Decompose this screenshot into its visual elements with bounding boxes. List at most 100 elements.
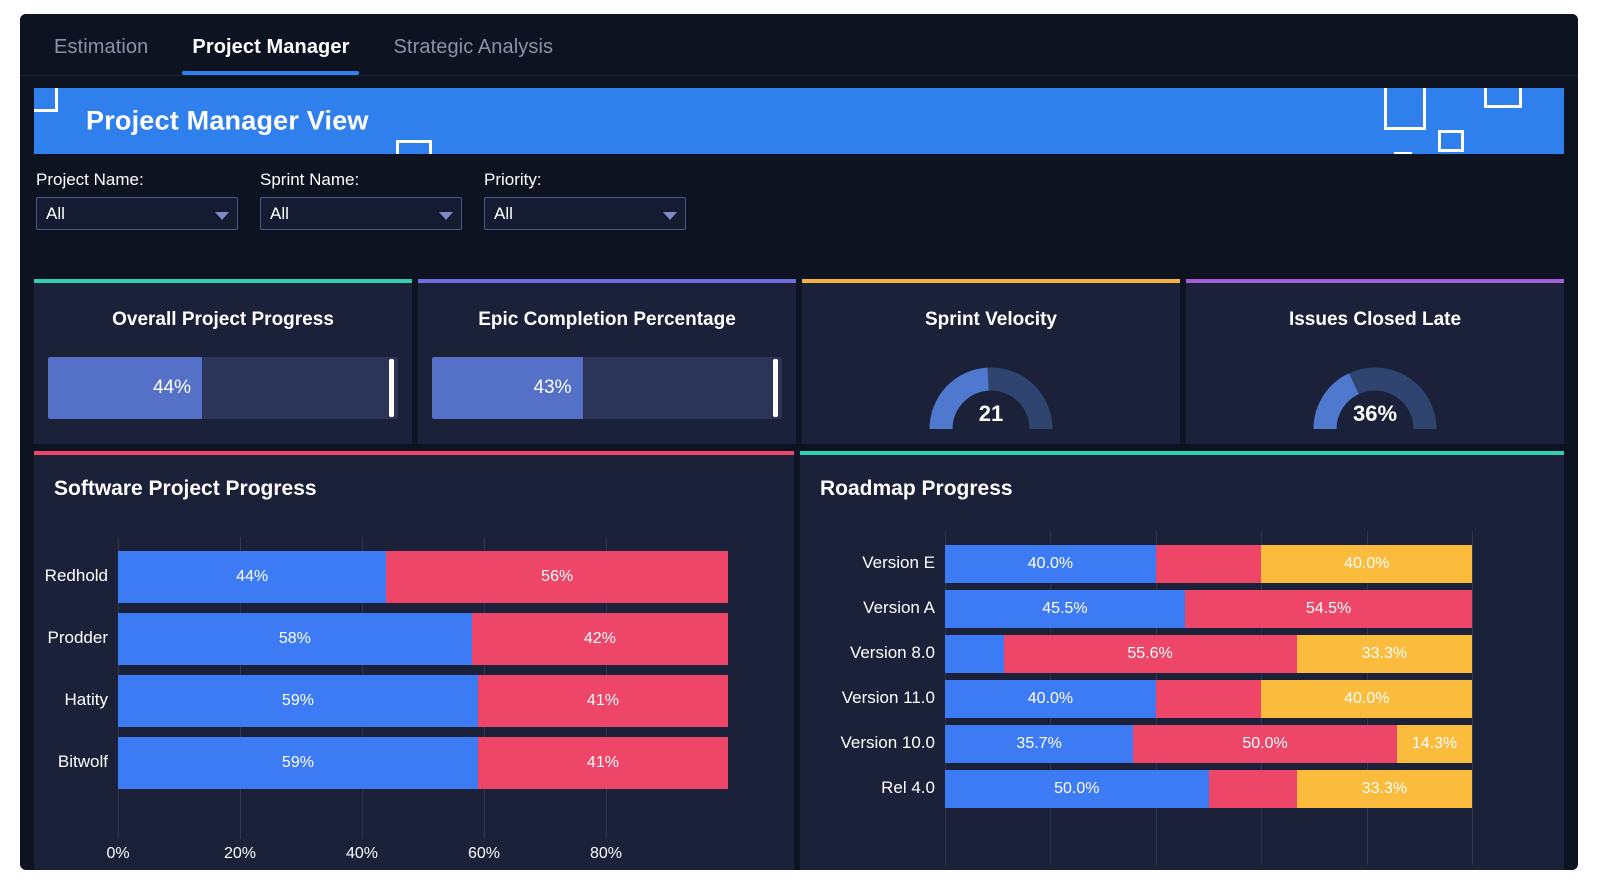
filter-project-name: Project Name: All <box>36 170 238 230</box>
banner-square-icon <box>1394 152 1412 154</box>
gauge-issues-closed-late: 36% <box>1313 367 1437 429</box>
select-value: All <box>270 203 289 223</box>
sprint-name-select[interactable]: All <box>260 197 462 230</box>
tab-list: Estimation Project Manager Strategic Ana… <box>36 30 571 75</box>
bar-segment[interactable]: 40.0% <box>1261 545 1473 583</box>
bar-segment[interactable]: 40.0% <box>945 545 1156 583</box>
bar-segment[interactable] <box>945 635 1004 673</box>
filter-priority: Priority: All <box>484 170 686 230</box>
progress-value: 44% <box>152 377 191 398</box>
bar-segment[interactable]: 55.6% <box>1003 635 1297 673</box>
table-row[interactable]: 35.7% 50.0% 14.3% <box>800 725 1564 763</box>
progress-track: 44% <box>48 357 398 419</box>
bar-segment[interactable]: 58% <box>118 613 472 665</box>
table-row[interactable]: 50.0% 33.3% <box>800 770 1564 808</box>
bar-segment[interactable]: 50.0% <box>1133 725 1397 763</box>
progress-target-marker <box>389 359 394 417</box>
x-axis-tick-label: 0% <box>106 845 130 862</box>
bar-segment[interactable]: 45.5% <box>945 590 1185 628</box>
bar-segment[interactable] <box>1155 545 1262 583</box>
kpi-title: Sprint Velocity <box>925 309 1057 330</box>
bar-value-label: 33.3% <box>1361 780 1408 797</box>
table-row[interactable]: 59% 41% <box>34 675 794 727</box>
kpi-title: Overall Project Progress <box>112 309 334 330</box>
bar-value-label: 54.5% <box>1305 600 1352 617</box>
bar-value-label: 55.6% <box>1127 645 1173 662</box>
bar-segment[interactable]: 40.0% <box>1261 680 1473 718</box>
panel-software-project-progress: Software Project Progress 0% 20% 40% 60% 80%… <box>34 451 794 870</box>
table-row[interactable]: 55.6% 33.3% <box>800 635 1564 673</box>
tab-project-manager[interactable]: Project Manager <box>174 30 367 75</box>
chevron-down-icon <box>215 211 229 220</box>
kpi-row: Overall Project Progress 44% Epic Comple… <box>34 279 1564 444</box>
x-axis-tick-label: 40% <box>345 845 379 862</box>
bar-value-label: 59% <box>281 754 314 771</box>
bar-segment[interactable]: 59% <box>118 737 478 789</box>
bar-segment[interactable]: 50.0% <box>945 770 1209 808</box>
tab-estimation[interactable]: Estimation <box>36 30 166 75</box>
bar-segment[interactable]: 44% <box>118 551 387 603</box>
x-axis-tick-label: 80% <box>589 845 623 862</box>
table-row[interactable]: 40.0% 40.0% <box>800 545 1564 583</box>
banner-square-icon <box>1484 88 1522 108</box>
select-value: All <box>46 203 65 223</box>
priority-select[interactable]: All <box>484 197 686 230</box>
page-banner: Project Manager View <box>34 88 1564 154</box>
gauge-sprint-velocity: 21 <box>929 367 1053 429</box>
progress-value: 43% <box>533 377 572 398</box>
bar-value-label: 40.0% <box>1344 555 1390 572</box>
bar-segment[interactable]: 54.5% <box>1184 590 1473 628</box>
tab-label: Strategic Analysis <box>393 36 554 58</box>
project-name-select[interactable]: All <box>36 197 238 230</box>
table-row[interactable]: 58% 42% <box>34 613 794 665</box>
tab-bar: Estimation Project Manager Strategic Ana… <box>20 14 1578 76</box>
page-title: Project Manager View <box>86 105 369 136</box>
banner-square-icon <box>1384 88 1426 130</box>
select-value: All <box>494 203 513 223</box>
bar-segment[interactable]: 41% <box>477 675 728 727</box>
table-row[interactable]: 40.0% 40.0% <box>800 680 1564 718</box>
bar-segment[interactable]: 33.3% <box>1296 770 1473 808</box>
progress-target-marker <box>773 359 778 417</box>
bar-segment[interactable]: 41% <box>477 737 728 789</box>
panel-title: Roadmap Progress <box>820 477 1013 500</box>
bar-value-label: 59% <box>281 692 314 709</box>
bar-value-label: 50.0% <box>1054 780 1100 797</box>
bar-segment[interactable]: 56% <box>386 551 728 603</box>
tab-label: Project Manager <box>192 36 350 58</box>
filter-bar: Project Name: All Sprint Name: All Prior… <box>36 170 686 230</box>
software-project-progress-chart: 0% 20% 40% 60% 80% Redhold 44% 56% Prodder 58% 42… <box>34 527 794 870</box>
progress-track: 43% <box>432 357 782 419</box>
dashboard-root: Estimation Project Manager Strategic Ana… <box>20 14 1578 870</box>
bar-segment[interactable]: 14.3% <box>1396 725 1473 763</box>
roadmap-progress-chart: Version E 40.0% 40.0% Version A 45.5% 54.5% Ve… <box>800 527 1564 870</box>
banner-square-icon <box>396 140 432 154</box>
filter-label: Priority: <box>484 170 542 189</box>
bar-value-label: 45.5% <box>1042 600 1088 617</box>
bar-value-label: 42% <box>583 630 616 647</box>
table-row[interactable]: 45.5% 54.5% <box>800 590 1564 628</box>
bar-value-label: 56% <box>541 568 574 585</box>
bar-segment[interactable] <box>1208 770 1297 808</box>
chevron-down-icon <box>439 211 453 220</box>
kpi-card-sprint-velocity[interactable]: Sprint Velocity 21 <box>802 279 1180 444</box>
table-row[interactable]: 59% 41% <box>34 737 794 789</box>
filter-label: Sprint Name: <box>260 170 360 189</box>
kpi-card-issues-closed-late[interactable]: Issues Closed Late 36% <box>1186 279 1564 444</box>
table-row[interactable]: 44% 56% <box>34 551 794 603</box>
tab-label: Estimation <box>54 36 149 58</box>
kpi-card-overall-project-progress[interactable]: Overall Project Progress 44% <box>34 279 412 444</box>
filter-sprint-name: Sprint Name: All <box>260 170 462 230</box>
kpi-title: Epic Completion Percentage <box>478 309 736 330</box>
bar-segment[interactable]: 33.3% <box>1296 635 1473 673</box>
bar-value-label: 40.0% <box>1344 690 1390 707</box>
bar-segment[interactable]: 40.0% <box>945 680 1156 718</box>
bar-segment[interactable]: 59% <box>118 675 478 727</box>
bar-segment[interactable]: 35.7% <box>945 725 1134 763</box>
tab-strategic-analysis[interactable]: Strategic Analysis <box>375 30 571 75</box>
x-axis-tick-label: 60% <box>467 845 501 862</box>
kpi-card-epic-completion-percentage[interactable]: Epic Completion Percentage 43% <box>418 279 796 444</box>
bar-segment[interactable] <box>1155 680 1262 718</box>
bar-segment[interactable]: 42% <box>471 613 728 665</box>
bar-value-label: 35.7% <box>1016 735 1062 752</box>
